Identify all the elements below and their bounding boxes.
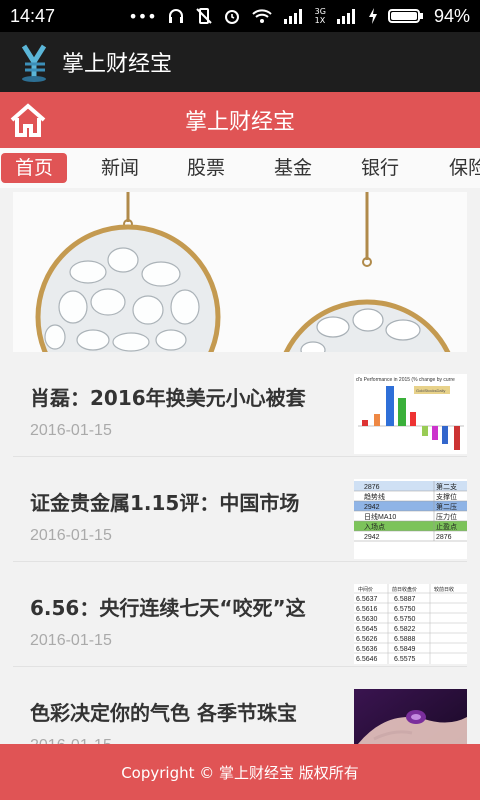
header: 掌上财经宝 bbox=[0, 92, 480, 148]
yen-logo-icon bbox=[21, 44, 47, 82]
article-thumbnail: d's Performance in 2015 (% change by cur… bbox=[354, 374, 467, 454]
thumb-cell: 6.5646 bbox=[356, 656, 378, 663]
signal-icon-2 bbox=[336, 9, 355, 24]
status-time: 14:47 bbox=[10, 5, 56, 26]
app-title: 掌上财经宝 bbox=[62, 52, 173, 77]
thumb-cell: 止盈点 bbox=[436, 522, 457, 531]
thumb-cell: 趋势线 bbox=[364, 492, 385, 501]
article-date: 2016-01-15 bbox=[30, 632, 112, 649]
thumb-cell: 较前日收 bbox=[434, 586, 454, 593]
article-list: 肖磊：2016年换美元小心被套 2016-01-15 d's Performan… bbox=[13, 352, 467, 744]
article-thumbnail: 中间价 前日收盘价 较前日收 6.5637 6.5887 6.5616 6.57… bbox=[354, 584, 467, 664]
charging-icon bbox=[368, 8, 377, 24]
thumb-cell: 6.5626 bbox=[356, 636, 378, 643]
banner-image[interactable] bbox=[13, 192, 467, 352]
alarm-icon bbox=[224, 10, 239, 24]
article-title: 色彩决定你的气色 各季节珠宝 bbox=[30, 701, 297, 725]
earrings-illustration bbox=[13, 192, 467, 352]
category-tabs: 首页 新闻 股票 基金 银行 保险 bbox=[0, 148, 480, 188]
price-table-thumbnail: 2876 第二支 趋势线 支撑位 2942 第二压 日线MA10 压力位 入场点… bbox=[354, 479, 467, 559]
thumb-cell: 6.5822 bbox=[394, 626, 416, 633]
thumb-cell: 6.5575 bbox=[394, 656, 416, 663]
footer: Copyright © 掌上财经宝 版权所有 bbox=[0, 744, 480, 800]
thumb-cell: 6.5849 bbox=[394, 646, 416, 653]
article-date: 2016-01-15 bbox=[30, 422, 112, 439]
thumb-cell: 6.5888 bbox=[394, 636, 416, 643]
thumb-cell: 支撑位 bbox=[436, 492, 457, 501]
article-title: 肖磊：2016年换美元小心被套 bbox=[30, 386, 306, 410]
rate-table-thumbnail: 中间价 前日收盘价 较前日收 6.5637 6.5887 6.5616 6.57… bbox=[354, 584, 467, 664]
battery-level: 94% bbox=[433, 5, 470, 26]
list-item[interactable]: 色彩决定你的气色 各季节珠宝 2016-01-15 bbox=[13, 667, 467, 744]
thumb-cell: 压力位 bbox=[436, 512, 457, 521]
status-icons: ••• 3G 1X 94% bbox=[128, 6, 470, 27]
thumb-cell: 第二压 bbox=[436, 502, 457, 511]
tab-banks[interactable]: 银行 bbox=[350, 153, 410, 183]
bar-chart-thumbnail: d's Performance in 2015 (% change by cur… bbox=[354, 374, 467, 454]
list-item[interactable]: 6.56：央行连续七天“咬死”这 2016-01-15 中间价 前日收盘价 较前… bbox=[13, 562, 467, 667]
thumb-cell: 6.5630 bbox=[356, 616, 378, 623]
article-thumbnail bbox=[354, 689, 467, 744]
thumb-cell: 2876 bbox=[436, 534, 452, 541]
thumb-cell: 6.5637 bbox=[356, 596, 378, 603]
tab-news[interactable]: 新闻 bbox=[90, 153, 150, 183]
headphones-icon bbox=[168, 9, 183, 23]
signal-icon bbox=[283, 9, 302, 24]
network-type: 3G 1X bbox=[314, 7, 326, 25]
article-date: 2016-01-15 bbox=[30, 737, 112, 744]
thumb-cell: 2876 bbox=[364, 484, 380, 491]
thumb-cell: 6.5645 bbox=[356, 626, 378, 633]
article-thumbnail: 2876 第二支 趋势线 支撑位 2942 第二压 日线MA10 压力位 入场点… bbox=[354, 479, 467, 559]
thumb-chart-brand: GoldStocksDaily bbox=[416, 388, 445, 393]
thumb-cell: 2942 bbox=[364, 534, 380, 541]
thumb-cell: 第二支 bbox=[436, 482, 457, 491]
jewelry-photo-thumbnail bbox=[354, 689, 467, 744]
thumb-cell: 6.5636 bbox=[356, 646, 378, 653]
thumb-cell: 6.5887 bbox=[394, 596, 416, 603]
home-icon[interactable] bbox=[10, 102, 46, 138]
list-item[interactable]: 证金贵金属1.15评：中国市场 2016-01-15 2876 第二支 趋势线 … bbox=[13, 457, 467, 562]
more-dots-icon: ••• bbox=[128, 6, 157, 26]
thumb-chart-caption: d's Performance in 2015 (% change by cur… bbox=[356, 377, 455, 383]
thumb-cell: 6.5750 bbox=[394, 616, 416, 623]
thumb-cell: 中间价 bbox=[358, 586, 373, 593]
tab-stocks[interactable]: 股票 bbox=[176, 153, 236, 183]
battery-icon bbox=[387, 9, 423, 23]
article-date: 2016-01-15 bbox=[30, 527, 112, 544]
thumb-cell: 前日收盘价 bbox=[392, 586, 417, 593]
tab-funds[interactable]: 基金 bbox=[263, 153, 323, 183]
vibrate-off-icon bbox=[195, 8, 212, 24]
article-title: 证金贵金属1.15评：中国市场 bbox=[30, 491, 300, 515]
page-title: 掌上财经宝 bbox=[184, 110, 295, 135]
thumb-cell: 入场点 bbox=[364, 522, 385, 531]
thumb-cell: 日线MA10 bbox=[364, 512, 396, 521]
tab-home[interactable]: 首页 bbox=[1, 153, 67, 183]
copyright-text: Copyright © 掌上财经宝 版权所有 bbox=[121, 763, 359, 782]
article-title: 6.56：央行连续七天“咬死”这 bbox=[30, 596, 306, 620]
status-bar: 14:47 ••• 3G 1X 94% bbox=[0, 0, 480, 32]
list-item[interactable]: 肖磊：2016年换美元小心被套 2016-01-15 d's Performan… bbox=[13, 352, 467, 457]
thumb-cell: 6.5616 bbox=[356, 606, 378, 613]
thumb-cell: 2942 bbox=[364, 504, 380, 511]
thumb-cell: 6.5750 bbox=[394, 606, 416, 613]
app-bar: 掌上财经宝 bbox=[0, 32, 480, 92]
wifi-icon bbox=[251, 9, 272, 23]
tab-insurance[interactable]: 保险 bbox=[437, 153, 480, 183]
